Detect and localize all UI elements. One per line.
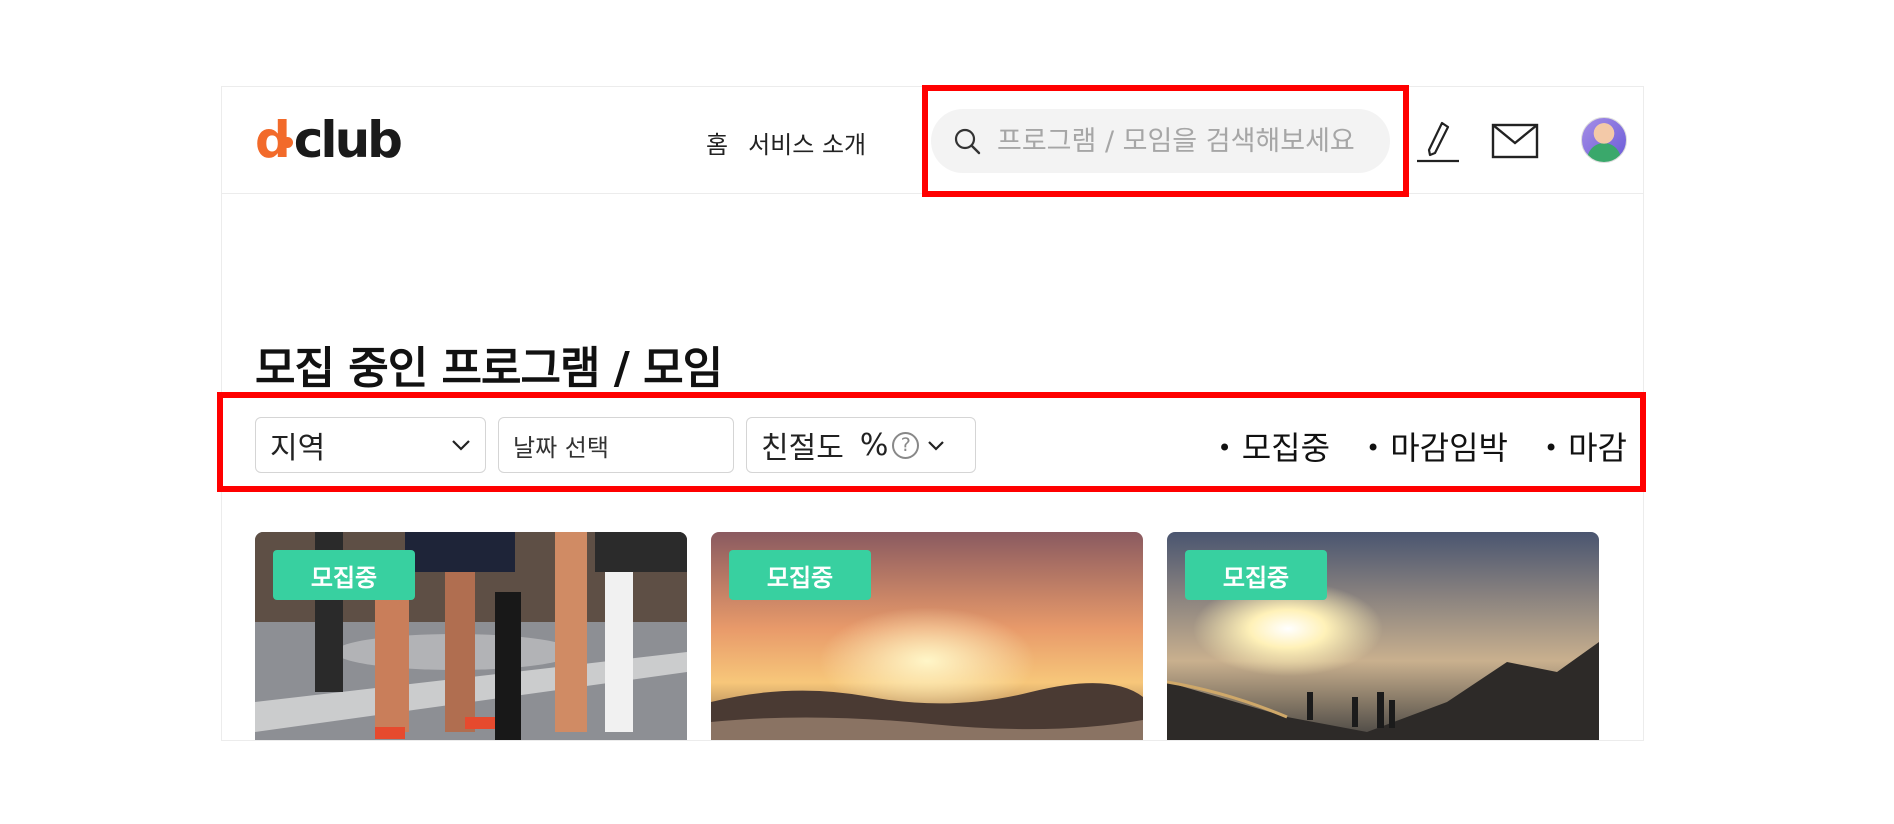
status-option-recruiting[interactable]: 모집중 [1218, 423, 1330, 469]
status-filter: 모집중 마감임박 마감 [1218, 423, 1627, 469]
search-input[interactable] [997, 125, 1367, 157]
logo-text: club [293, 111, 403, 169]
date-picker[interactable]: 날짜 선택 [498, 417, 734, 473]
page-title: 모집 중인 프로그램 / 모임 [255, 343, 723, 394]
program-card[interactable]: 모집중 [1167, 532, 1599, 740]
search-bar[interactable] [931, 109, 1390, 173]
avatar[interactable] [1581, 117, 1627, 163]
dclub-logo[interactable]: d club [255, 111, 403, 169]
kindness-label: 친절도 [761, 431, 844, 466]
logo-dot [281, 136, 293, 148]
search-icon [954, 128, 981, 155]
help-icon[interactable]: ? [892, 431, 920, 459]
region-label: 지역 [270, 431, 326, 466]
program-card[interactable]: 모집중 [711, 532, 1143, 740]
region-select[interactable]: 지역 [255, 417, 486, 473]
main-nav: 홈 서비스 소개 [706, 125, 866, 160]
pen-icon[interactable] [1415, 119, 1461, 165]
program-card[interactable]: 모집중 [255, 532, 687, 740]
status-option-closed[interactable]: 마감 [1544, 423, 1627, 469]
nav-home[interactable]: 홈 [706, 125, 728, 160]
status-badge: 모집중 [273, 550, 415, 600]
page-frame: dclub 홈 서비스 소개 모집 중인 [221, 86, 1644, 741]
kindness-unit: % [859, 427, 889, 463]
kindness-select[interactable]: 친절도 % ? [746, 417, 976, 473]
top-header: d club 홈 서비스 소개 [222, 87, 1643, 194]
status-badge: 모집중 [729, 550, 871, 600]
chevron-down-icon [452, 440, 470, 451]
status-badge: 모집중 [1185, 550, 1327, 600]
chevron-down-icon [928, 440, 945, 451]
date-placeholder: 날짜 선택 [513, 433, 609, 462]
nav-service-intro[interactable]: 서비스 소개 [748, 125, 866, 160]
status-option-closing-soon[interactable]: 마감임박 [1366, 423, 1508, 469]
mail-icon[interactable] [1491, 121, 1539, 161]
